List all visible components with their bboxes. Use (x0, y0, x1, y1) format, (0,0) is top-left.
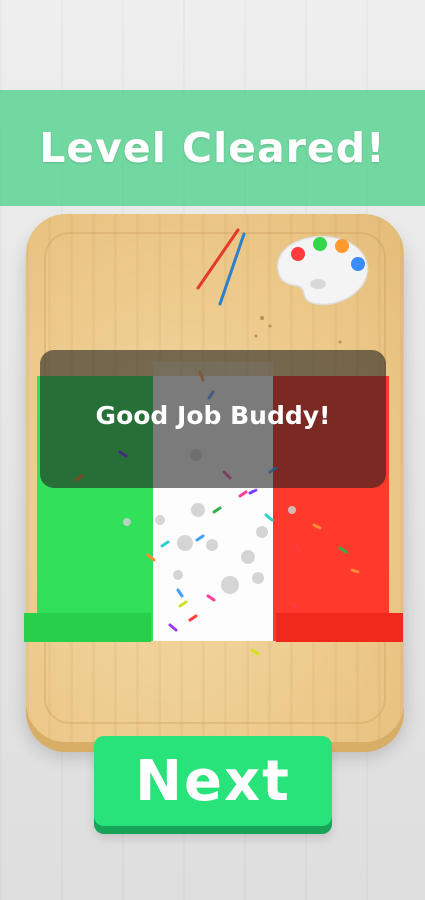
paint-dot (291, 247, 305, 261)
message-panel: Good Job Buddy! (40, 350, 386, 488)
level-cleared-banner: Level Cleared! (0, 90, 425, 206)
paint-dot (351, 257, 365, 271)
paint-palette-icon (277, 235, 369, 306)
green-ledge (24, 613, 151, 642)
red-ledge (276, 613, 403, 642)
paintbrush-icon (196, 228, 246, 306)
banner-title: Level Cleared! (39, 124, 386, 172)
game-screen: Level Cleared! Good Job Buddy! Next (0, 0, 425, 900)
next-button[interactable]: Next (94, 736, 332, 826)
paint-dot (335, 239, 349, 253)
next-button-label: Next (135, 748, 291, 814)
paint-dot (313, 237, 327, 251)
message-text: Good Job Buddy! (95, 400, 331, 430)
